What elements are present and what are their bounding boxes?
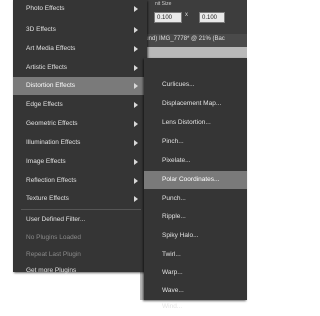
submenu-item-punch[interactable]: Punch... — [144, 190, 247, 208]
menu-item-label: Reflection Effects — [26, 177, 77, 184]
menu-item-get-more-plugins[interactable]: Get more Plugins — [13, 262, 147, 280]
submenu-item-curlicues[interactable]: Curlicues... — [144, 76, 247, 94]
submenu-item-spiky-halo[interactable]: Spiky Halo... — [144, 227, 247, 245]
submenu-arrow-icon — [134, 140, 138, 146]
menu-item-label: Distortion Effects — [26, 82, 76, 89]
submenu-arrow-icon — [134, 6, 138, 12]
submenu-item-lens-distortion[interactable]: Lens Distortion... — [144, 114, 247, 132]
menu-item-label: Illumination Effects — [26, 139, 81, 146]
menu-item-3d-effects[interactable]: 3D Effects — [13, 21, 147, 39]
document-tab[interactable]: ound) IMG_7778* @ 21% (Bac — [142, 36, 225, 42]
submenu-item-pixelate[interactable]: Pixelate... — [144, 152, 247, 170]
menu-item-label: 3D Effects — [26, 26, 56, 33]
menu-item-reflection-effects[interactable]: Reflection Effects — [13, 172, 147, 190]
menu-item-no-plugins-loaded: No Plugins Loaded — [13, 229, 147, 247]
menu-item-label: Edge Effects — [26, 101, 63, 108]
submenu-arrow-icon — [134, 159, 138, 165]
menu-item-artistic-effects[interactable]: Artistic Effects — [13, 59, 147, 77]
submenu-item-polar-coordinates[interactable]: Polar Coordinates... — [144, 171, 247, 189]
menu-item-edge-effects[interactable]: Edge Effects — [13, 96, 147, 114]
menu-item-geometric-effects[interactable]: Geometric Effects — [13, 115, 147, 133]
submenu-item-twirl[interactable]: Twirl... — [144, 246, 247, 264]
menu-item-label: Image Effects — [26, 158, 66, 165]
menu-item-photo-effects[interactable]: Photo Effects — [13, 0, 147, 18]
menu-item-image-effects[interactable]: Image Effects — [13, 153, 147, 171]
submenu-arrow-icon — [134, 65, 138, 71]
menu-item-label: No Plugins Loaded — [26, 234, 81, 241]
menu-item-label: Geometric Effects — [26, 120, 78, 127]
menu-item-texture-effects[interactable]: Texture Effects — [13, 190, 147, 208]
submenu-arrow-icon — [134, 46, 138, 52]
submenu-item-wind[interactable]: Wind... — [144, 298, 247, 316]
submenu-arrow-icon — [134, 121, 138, 127]
menu-item-user-defined-filter[interactable]: User Defined Filter... — [13, 211, 147, 229]
menu-item-art-media-effects[interactable]: Art Media Effects — [13, 40, 147, 58]
unit-size-label: nit Size — [155, 1, 172, 7]
menu-item-label: Photo Effects — [26, 5, 65, 12]
height-field[interactable]: 0.100 — [199, 12, 225, 23]
distortion-submenu: Curlicues... Displacement Map... Lens Di… — [144, 58, 247, 310]
menu-item-label: Get more Plugins — [26, 267, 77, 274]
menu-item-distortion-effects[interactable]: Distortion Effects — [13, 77, 147, 95]
submenu-item-displacement-map[interactable]: Displacement Map... — [144, 95, 247, 113]
menu-item-label: Art Media Effects — [26, 45, 76, 52]
submenu-arrow-icon — [134, 196, 138, 202]
menu-separator — [21, 209, 141, 210]
link-symbol: x — [185, 12, 188, 18]
menu-item-label: User Defined Filter... — [26, 216, 86, 223]
submenu-arrow-icon — [134, 27, 138, 33]
effects-menu: Photo Effects 3D Effects Art Media Effec… — [13, 0, 147, 274]
menu-item-label: Repeat Last Plugin — [26, 251, 81, 258]
submenu-item-ripple[interactable]: Ripple... — [144, 208, 247, 226]
submenu-arrow-icon — [134, 83, 138, 89]
menu-item-label: Texture Effects — [26, 195, 69, 202]
menu-item-illumination-effects[interactable]: Illumination Effects — [13, 134, 147, 152]
submenu-item-warp[interactable]: Warp... — [144, 264, 247, 282]
menu-item-label: Artistic Effects — [26, 64, 68, 71]
submenu-arrow-icon — [134, 178, 138, 184]
submenu-item-pinch[interactable]: Pinch... — [144, 133, 247, 151]
submenu-arrow-icon — [134, 102, 138, 108]
width-field[interactable]: 0.100 — [154, 12, 182, 23]
